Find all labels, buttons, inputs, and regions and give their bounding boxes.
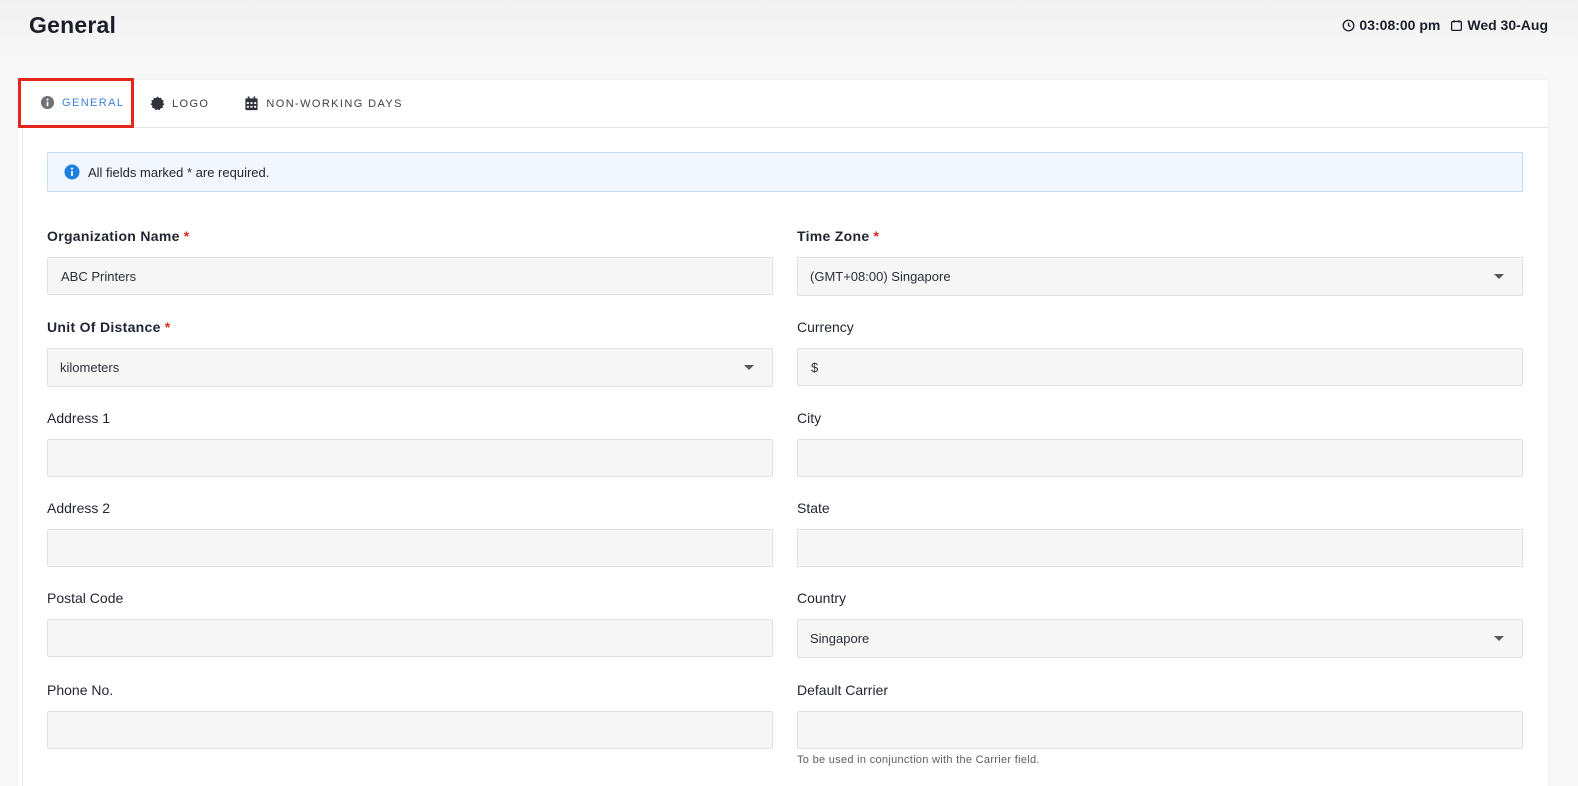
time-zone-value: (GMT+08:00) Singapore: [810, 269, 951, 284]
tab-non-working-days[interactable]: NON-WORKING DAYS: [224, 80, 417, 128]
tab-logo[interactable]: LOGO: [134, 80, 224, 128]
state-input[interactable]: [797, 529, 1523, 567]
organization-name-input[interactable]: [47, 257, 773, 295]
unit-of-distance-value: kilometers: [60, 360, 120, 375]
tab-general[interactable]: GENERAL: [18, 77, 134, 128]
top-bar: [0, 0, 1578, 60]
time-text: 03:08:00 pm: [1359, 17, 1441, 33]
required-fields-alert: All fields marked * are required.: [47, 152, 1523, 192]
organization-name-group: Organization Name *: [47, 228, 773, 295]
currency-label: Currency: [797, 319, 854, 335]
phone-input[interactable]: [47, 711, 773, 749]
default-carrier-help: To be used in conjunction with the Carri…: [797, 754, 1040, 766]
time-zone-group: Time Zone * (GMT+08:00) Singapore: [797, 228, 1523, 296]
address1-group: Address 1: [47, 410, 773, 477]
state-group: State: [797, 500, 1523, 567]
city-group: City: [797, 410, 1523, 477]
phone-group: Phone No.: [47, 682, 773, 749]
currency-group: Currency: [797, 319, 1523, 386]
country-select[interactable]: Singapore: [797, 619, 1523, 658]
tab-non-working-days-label: NON-WORKING DAYS: [266, 97, 403, 110]
clock-icon: [1342, 19, 1355, 31]
unit-of-distance-label: Unit Of Distance *: [47, 319, 171, 335]
state-label: State: [797, 500, 830, 516]
country-group: Country Singapore: [797, 590, 1523, 658]
calendar-grid-icon: [245, 96, 258, 111]
calendar-icon: [1451, 19, 1463, 31]
default-carrier-group: Default Carrier To be used in conjunctio…: [797, 682, 1523, 766]
address2-group: Address 2: [47, 500, 773, 567]
phone-label: Phone No.: [47, 682, 114, 698]
tab-bar: GENERAL LOGO NON-WORKING DAYS: [18, 77, 1548, 128]
date-display: Wed 30-Aug: [1450, 17, 1548, 33]
address1-label: Address 1: [47, 410, 111, 426]
tab-logo-label: LOGO: [172, 97, 210, 110]
caret-down-icon: [744, 365, 754, 370]
unit-of-distance-group: Unit Of Distance * kilometers: [47, 319, 773, 387]
default-carrier-input[interactable]: [797, 711, 1523, 749]
info-icon: [64, 164, 80, 180]
time-zone-select[interactable]: (GMT+08:00) Singapore: [797, 257, 1523, 296]
clock-area: 03:08:00 pm Wed 30-Aug: [1342, 17, 1548, 33]
date-text: Wed 30-Aug: [1467, 17, 1548, 33]
address2-label: Address 2: [47, 500, 111, 516]
city-input[interactable]: [797, 439, 1523, 477]
settings-card: GENERAL LOGO NON-WORKING DAYS All fields…: [18, 77, 1548, 786]
alert-text: All fields marked * are required.: [88, 164, 270, 180]
address2-input[interactable]: [47, 529, 773, 567]
postal-code-label: Postal Code: [47, 590, 124, 606]
form-body: All fields marked * are required. Organi…: [22, 128, 1548, 786]
time-zone-label: Time Zone *: [797, 228, 880, 244]
city-label: City: [797, 410, 822, 426]
postal-code-input[interactable]: [47, 619, 773, 657]
unit-of-distance-select[interactable]: kilometers: [47, 348, 773, 387]
country-label: Country: [797, 590, 847, 606]
postal-code-group: Postal Code: [47, 590, 773, 657]
required-mark: *: [164, 319, 171, 335]
default-carrier-label: Default Carrier: [797, 682, 889, 698]
caret-down-icon: [1494, 636, 1504, 641]
required-mark: *: [183, 228, 190, 244]
info-circle-icon: [40, 95, 55, 110]
tab-general-label: GENERAL: [62, 96, 125, 109]
page-title: General: [29, 12, 117, 38]
required-mark: *: [873, 228, 880, 244]
country-value: Singapore: [810, 631, 870, 646]
organization-name-label: Organization Name *: [47, 228, 190, 244]
address1-input[interactable]: [47, 439, 773, 477]
currency-input[interactable]: [797, 348, 1523, 386]
time-display: 03:08:00 pm: [1342, 17, 1440, 33]
caret-down-icon: [1494, 274, 1504, 279]
badge-icon: [150, 96, 165, 111]
